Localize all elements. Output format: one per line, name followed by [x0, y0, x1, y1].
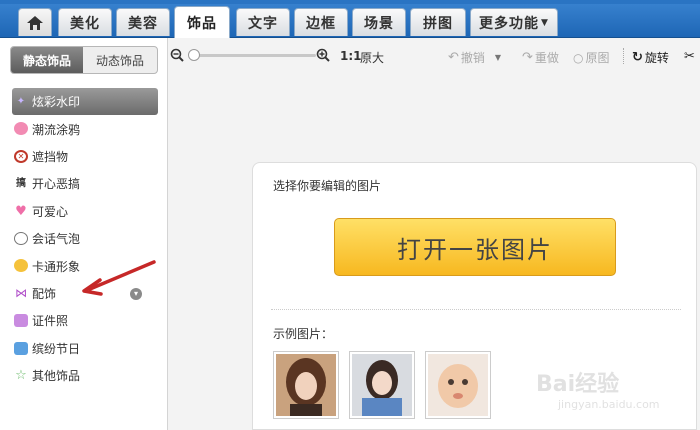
bow-icon: ⋈ — [15, 285, 27, 300]
sidebar-item-label: 开心恶搞 — [32, 177, 81, 192]
tab-scene[interactable]: 场景 — [352, 8, 406, 36]
undo-label: 撤销 — [460, 51, 485, 65]
top-strip — [0, 0, 700, 4]
sidebar-item-label: 炫彩水印 — [32, 95, 81, 110]
tab-beautify[interactable]: 美化 — [58, 8, 112, 36]
divider — [271, 309, 681, 310]
subtab-animated[interactable]: 动态饰品 — [83, 47, 157, 73]
tab-border[interactable]: 边框 — [294, 8, 348, 36]
subtab-static[interactable]: 静态饰品 — [11, 47, 83, 73]
watermark-url: jingyan.baidu.com — [558, 398, 660, 411]
gift-icon — [14, 341, 28, 355]
heart-icon: ♥ — [15, 203, 27, 219]
sample-image-1[interactable] — [273, 351, 339, 419]
annotation-arrow — [82, 260, 156, 296]
sidebar-item-colorful-watermark[interactable]: ✦ 炫彩水印 — [12, 88, 158, 116]
sidebar-item-label: 会话气泡 — [32, 232, 81, 247]
sparkle-icon: ✦ — [16, 96, 26, 107]
sidebar-list: ✦ 炫彩水印 潮流涂鸦 ✕ 遮挡物 搞 开心恶搞 ♥ 可爱心 会话气泡 卡通形象… — [12, 88, 162, 389]
watermark-brand: Bai经验 — [536, 372, 620, 397]
scissors-icon[interactable]: ✂ — [684, 49, 695, 64]
sidebar-item-funny[interactable]: 搞 开心恶搞 — [12, 170, 162, 197]
zoom-in-icon[interactable] — [316, 48, 330, 62]
sample-images — [273, 351, 491, 419]
star-icon: ☆ — [15, 367, 27, 383]
sidebar-item-label: 其他饰品 — [32, 369, 81, 384]
tab-more-label: 更多功能 — [479, 15, 540, 32]
original-image-button[interactable]: ○ 原图 — [573, 49, 610, 66]
toolbar: 1:1 原大 ↶ 撤销 ▼ ↷ 重做 ○ 原图 ↻ 旋转 ✂ — [168, 38, 700, 74]
sidebar: 静态饰品 动态饰品 ✦ 炫彩水印 潮流涂鸦 ✕ 遮挡物 搞 开心恶搞 ♥ 可爱心… — [0, 38, 168, 430]
select-image-prompt: 选择你要编辑的图片 — [273, 179, 382, 193]
sidebar-item-cover[interactable]: ✕ 遮挡物 — [12, 143, 162, 170]
sidebar-item-label: 可爱心 — [32, 204, 69, 219]
redo-label: 重做 — [534, 51, 559, 65]
toolbar-separator — [623, 48, 624, 64]
chevron-down-icon[interactable]: ▼ — [495, 53, 501, 62]
tab-accessories[interactable]: 饰品 — [174, 6, 230, 38]
tab-text[interactable]: 文字 — [236, 8, 290, 36]
sidebar-item-festival[interactable]: 缤纷节日 — [12, 335, 162, 362]
undo-icon: ↶ — [448, 50, 459, 65]
redo-button[interactable]: ↷ 重做 — [522, 49, 559, 66]
rotate-label: 旋转 — [644, 51, 669, 65]
sample-images-label: 示例图片： — [273, 327, 334, 341]
portrait-photo — [276, 354, 336, 416]
sample-image-2[interactable] — [349, 351, 415, 419]
sidebar-item-label: 证件照 — [32, 314, 69, 329]
sidebar-item-others[interactable]: ☆ 其他饰品 — [12, 362, 162, 389]
rotate-button[interactable]: ↻ 旋转 — [632, 49, 669, 66]
zoom-out-icon[interactable] — [170, 48, 184, 62]
lips-icon — [14, 122, 28, 136]
portrait-photo — [352, 354, 412, 416]
home-button[interactable] — [18, 8, 52, 36]
sidebar-item-id-photo[interactable]: 证件照 — [12, 307, 162, 334]
sidebar-item-graffiti[interactable]: 潮流涂鸦 — [12, 115, 162, 142]
block-icon: ✕ — [14, 149, 28, 163]
chevron-down-icon: ▼ — [541, 17, 549, 28]
zoom-slider[interactable] — [190, 54, 316, 57]
redo-icon: ↷ — [522, 50, 533, 65]
sidebar-item-label: 配饰 — [32, 286, 57, 301]
funny-icon: 搞 — [16, 178, 26, 190]
sidebar-item-label: 缤纷节日 — [32, 341, 81, 356]
shirt-icon — [14, 314, 28, 328]
baidu-watermark: Bai经验 jingyan.baidu.com — [530, 362, 700, 422]
sidebar-item-hearts[interactable]: ♥ 可爱心 — [12, 198, 162, 225]
tab-collage[interactable]: 拼图 — [410, 8, 466, 36]
sidebar-item-speech[interactable]: 会话气泡 — [12, 225, 162, 252]
sample-image-3[interactable] — [425, 351, 491, 419]
cartoon-icon — [14, 259, 28, 273]
sidebar-subtabs: 静态饰品 动态饰品 — [10, 46, 158, 74]
sidebar-item-label: 潮流涂鸦 — [32, 122, 81, 137]
original-image-label: 原图 — [585, 51, 610, 65]
baby-photo — [428, 354, 488, 416]
tab-makeup[interactable]: 美容 — [116, 8, 170, 36]
original-size-button[interactable]: 原大 — [360, 49, 384, 66]
open-image-button[interactable]: 打开一张图片 — [334, 218, 616, 276]
tab-more[interactable]: 更多功能 ▼ — [470, 8, 558, 36]
top-nav: 美化 美容 饰品 文字 边框 场景 拼图 更多功能 ▼ — [0, 0, 700, 38]
home-icon — [27, 15, 43, 30]
undo-button[interactable]: ↶ 撤销 ▼ — [448, 49, 501, 66]
sidebar-item-label: 遮挡物 — [32, 149, 69, 164]
ratio-label[interactable]: 1:1 — [340, 49, 362, 63]
zoom-slider-thumb[interactable] — [188, 49, 200, 61]
speech-bubble-icon — [14, 231, 28, 245]
circle-icon: ○ — [573, 50, 584, 65]
rotate-icon: ↻ — [632, 50, 643, 65]
